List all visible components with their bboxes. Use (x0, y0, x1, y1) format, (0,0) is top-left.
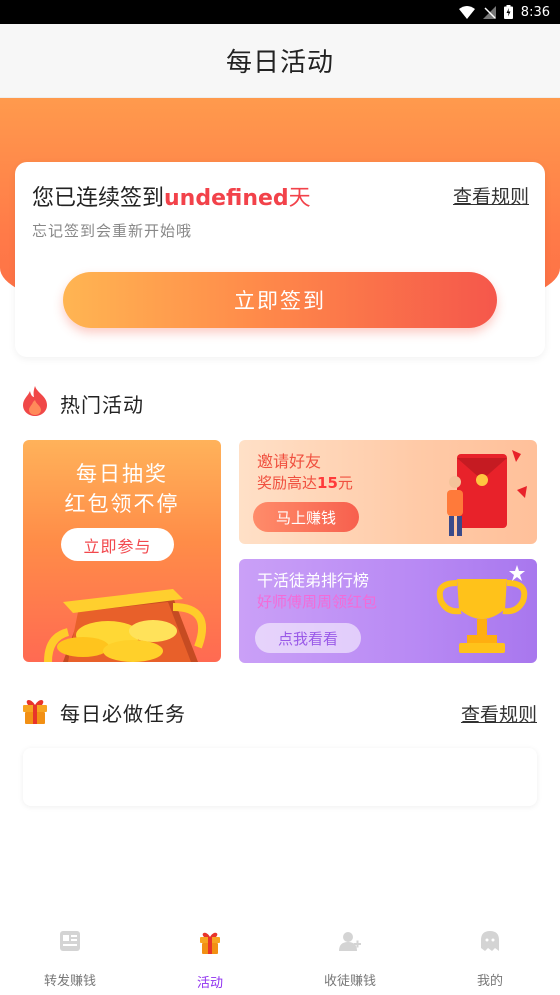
apprentice-ranking-card[interactable]: 干活徒弟排行榜 好师傅周周领红包 点我看看 (239, 559, 537, 663)
sign-in-card: 您已连续签到 undefined 天 查看规则 忘记签到会重新开始哦 立即签到 (15, 162, 545, 357)
wifi-icon (458, 5, 475, 19)
article-icon (59, 930, 81, 956)
sign-in-button[interactable]: 立即签到 (63, 272, 497, 328)
status-time: 8:36 (520, 4, 550, 20)
daily-tasks-header: 每日必做任务 (22, 696, 186, 728)
lottery-card[interactable]: 每日抽奖 红包领不停 立即参与 (23, 440, 221, 662)
nav-item-mine[interactable]: 我的 (420, 915, 560, 995)
rank-desc: 好师傅周周领红包 (257, 593, 378, 611)
gift-icon (199, 930, 221, 958)
sign-streak-unit: 天 (288, 186, 311, 211)
invite-earn-button[interactable]: 马上赚钱 (253, 502, 359, 532)
nav-label-mine: 我的 (476, 974, 503, 989)
page-title: 每日活动 (225, 48, 334, 78)
red-envelope-icon (447, 450, 527, 536)
no-signal-icon (482, 5, 496, 19)
invite-reward-amount: 15 (317, 474, 338, 492)
nav-label-apprentice-earn: 收徒赚钱 (323, 974, 376, 989)
nav-label-share-earn: 转发赚钱 (43, 974, 96, 989)
lottery-join-button[interactable]: 立即参与 (61, 528, 174, 561)
battery-icon (503, 5, 513, 19)
sign-rule-link[interactable]: 查看规则 (453, 182, 529, 209)
gift-box-icon (22, 696, 48, 728)
daily-tasks-list (23, 748, 537, 806)
bottom-nav: 转发赚钱 活动 收徒赚钱 我的 (0, 915, 560, 995)
user-add-icon (339, 930, 361, 956)
lottery-subtitle: 红包领不停 (64, 492, 180, 516)
invite-friends-card[interactable]: 邀请好友 奖励高达15元 马上赚钱 (239, 440, 537, 544)
rank-view-button[interactable]: 点我看看 (255, 623, 361, 653)
sign-streak-days: undefined (164, 186, 289, 211)
page-header: 每日活动 (0, 24, 560, 98)
invite-reward-text: 奖励高达15元 (257, 472, 353, 493)
status-bar: 8:36 (0, 0, 560, 24)
rank-title: 干活徒弟排行榜 (257, 571, 370, 590)
treasure-chest-icon (44, 589, 206, 662)
nav-item-activity[interactable]: 活动 (140, 915, 280, 995)
invite-reward-prefix: 奖励高达 (257, 474, 318, 492)
nav-item-apprentice-earn[interactable]: 收徒赚钱 (280, 915, 420, 995)
daily-tasks-title: 每日必做任务 (60, 701, 186, 726)
nav-item-share-earn[interactable]: 转发赚钱 (0, 915, 140, 995)
invite-title: 邀请好友 (257, 452, 322, 471)
sign-subtitle: 忘记签到会重新开始哦 (32, 222, 193, 240)
invite-reward-suffix: 元 (337, 474, 353, 492)
nav-label-activity: 活动 (196, 976, 223, 991)
flame-icon (22, 386, 48, 420)
lottery-title: 每日抽奖 (76, 462, 168, 486)
ghost-face-icon (479, 930, 501, 956)
hot-activities-title: 热门活动 (60, 392, 144, 417)
hot-activities-header: 热门活动 (22, 386, 144, 420)
trophy-icon (436, 565, 528, 653)
sign-streak-prefix: 您已连续签到 (32, 186, 165, 211)
sign-streak-text: 您已连续签到 undefined 天 (32, 180, 311, 212)
task-rule-link[interactable]: 查看规则 (461, 700, 537, 727)
